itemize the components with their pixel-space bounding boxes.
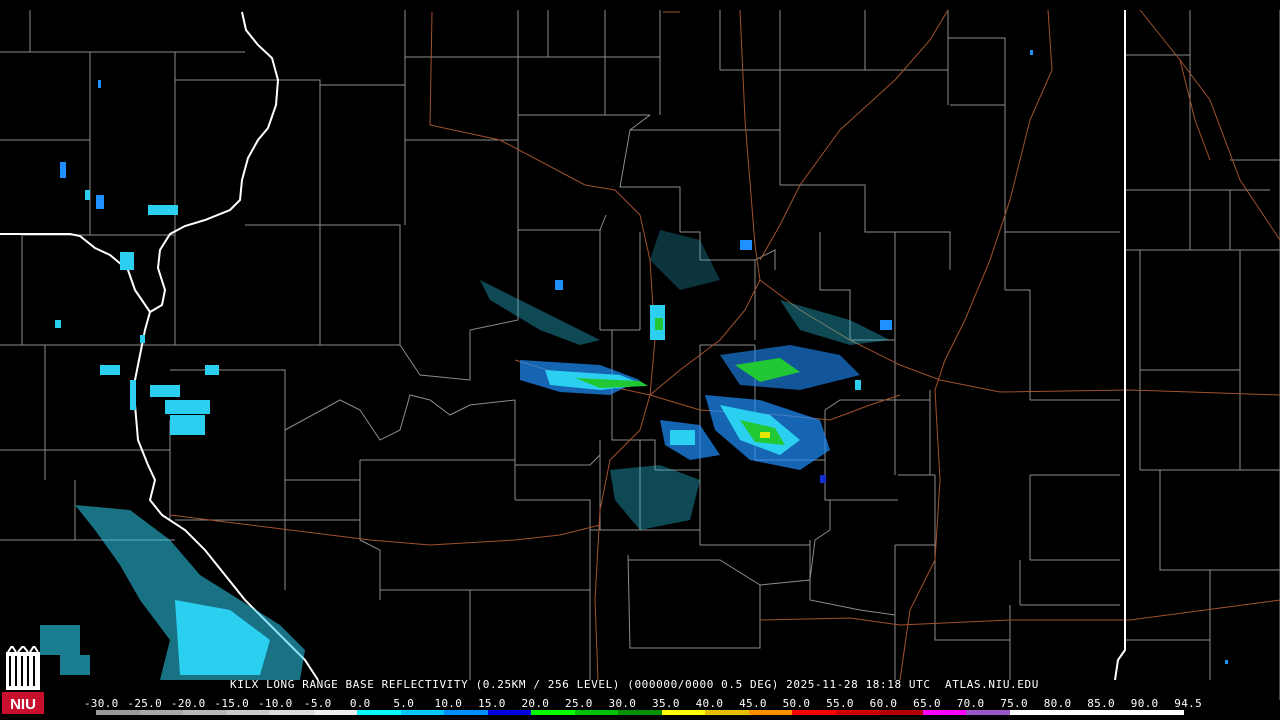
niu-logo-mark: NIU bbox=[2, 644, 44, 714]
product-caption: KILX LONG RANGE BASE REFLECTIVITY (0.25K… bbox=[230, 678, 1039, 691]
legend-tick: -15.0 bbox=[214, 697, 250, 710]
legend-colorbar bbox=[96, 710, 1184, 715]
colorbar-segment bbox=[705, 710, 749, 715]
legend-tick: 20.0 bbox=[521, 697, 550, 710]
colorbar-segment bbox=[835, 710, 880, 715]
legend-tick: 65.0 bbox=[913, 697, 941, 710]
colorbar-segment bbox=[226, 710, 271, 715]
colorbar-segment bbox=[531, 710, 575, 715]
colorbar-segment bbox=[270, 710, 314, 715]
legend-tick: -25.0 bbox=[127, 697, 163, 710]
colorbar-segment bbox=[1053, 710, 1097, 715]
legend-tick: 0.0 bbox=[349, 697, 371, 710]
legend-tick: 40.0 bbox=[695, 697, 724, 710]
colorbar-segment bbox=[618, 710, 662, 715]
colorbar-segment bbox=[748, 710, 793, 715]
niu-logo: NIU bbox=[2, 644, 44, 716]
colorbar-segment bbox=[661, 710, 706, 715]
legend-tick: 85.0 bbox=[1087, 697, 1115, 710]
legend-tick: 80.0 bbox=[1043, 697, 1072, 710]
colorbar-segment bbox=[922, 710, 967, 715]
colorbar-segment bbox=[1096, 710, 1141, 715]
legend-tick: 94.5 bbox=[1174, 697, 1203, 710]
colorbar-segment bbox=[879, 710, 923, 715]
colorbar-segment bbox=[183, 710, 227, 715]
legend-tick: -10.0 bbox=[257, 697, 293, 710]
colorbar-segment bbox=[444, 710, 488, 715]
legend-tick: 75.0 bbox=[1000, 697, 1028, 710]
colorbar-segment bbox=[1009, 710, 1054, 715]
colorbar-segment bbox=[139, 710, 184, 715]
legend-tick: 60.0 bbox=[869, 697, 898, 710]
colorbar-segment bbox=[792, 710, 836, 715]
legend-tick: 10.0 bbox=[434, 697, 463, 710]
legend-tick: 50.0 bbox=[782, 697, 811, 710]
colorbar-segment bbox=[1140, 710, 1184, 715]
legend-tick: 70.0 bbox=[956, 697, 985, 710]
svg-text:NIU: NIU bbox=[10, 696, 36, 713]
legend-tick: 15.0 bbox=[477, 697, 506, 710]
legend-tick: 45.0 bbox=[739, 697, 767, 710]
colorbar-segment bbox=[487, 710, 532, 715]
radar-map bbox=[0, 0, 1280, 720]
legend-tick: 90.0 bbox=[1130, 697, 1159, 710]
legend-tick: 55.0 bbox=[826, 697, 854, 710]
legend-ticks: -30.0 -25.0 -20.0 -15.0 -10.0 -5.0 0.0 5.0 10.0 1… bbox=[84, 697, 1202, 710]
legend-tick: 30.0 bbox=[608, 697, 637, 710]
legend-tick: -5.0 bbox=[303, 697, 332, 710]
colorbar-segment bbox=[313, 710, 358, 715]
legend-tick: 35.0 bbox=[652, 697, 680, 710]
colorbar-segment bbox=[357, 710, 401, 715]
legend-tick: -20.0 bbox=[170, 697, 206, 710]
colorbar-segment bbox=[400, 710, 445, 715]
legend-tick: 5.0 bbox=[393, 697, 415, 710]
legend-tick: 25.0 bbox=[565, 697, 593, 710]
legend-tick: -30.0 bbox=[83, 697, 119, 710]
colorbar-segment bbox=[966, 710, 1010, 715]
colorbar-segment bbox=[574, 710, 619, 715]
colorbar-segment bbox=[96, 710, 140, 715]
